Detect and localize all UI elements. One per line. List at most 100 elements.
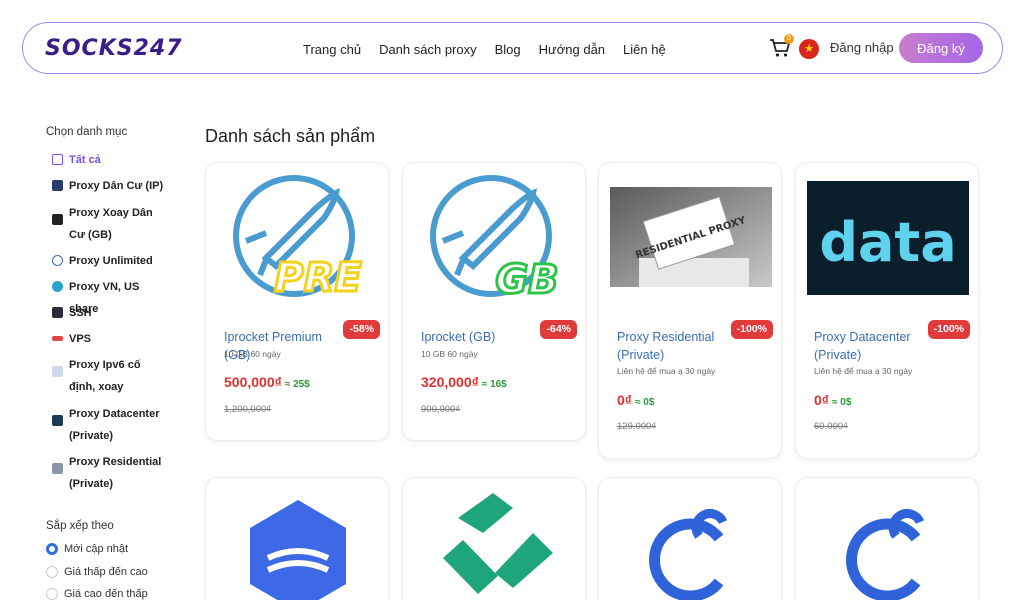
globe-icon [52,281,63,292]
c-logo-icon [627,490,755,600]
c-logo-icon [824,490,952,600]
main-nav: Trang chủ Danh sách proxy Blog Hướng dẫn… [303,23,666,75]
nav-blog[interactable]: Blog [495,42,521,57]
nav-home[interactable]: Trang chủ [303,42,361,57]
category-label: Proxy Dân Cư (IP) [69,180,164,192]
register-button[interactable]: Đăng ký [899,33,983,63]
category-icon [52,180,63,191]
category-ipv6[interactable]: Proxy Ipv6 cố định, xoay [52,354,169,398]
image-label: data [819,211,956,274]
sort-price-asc[interactable]: Giá thấp đến cao [46,566,148,578]
category-vps[interactable]: VPS [52,328,169,350]
sort-label: Giá thấp đến cao [64,566,148,578]
product-card[interactable] [402,477,586,600]
brackets-logo-icon [443,493,553,594]
category-title: Chọn danh mục [46,126,128,138]
logo-text: SOCKS247 [45,36,183,61]
radio-icon[interactable] [46,588,58,600]
category-label: Proxy Ipv6 cố định, xoay [69,359,141,393]
nav-contact[interactable]: Liên hệ [623,42,666,57]
product-image: RESIDENTIAL PROXY [599,163,781,311]
old-price: 60,000₫ [814,421,848,432]
category-label: Proxy Residential (Private) [69,456,162,490]
hexagon-logo-icon [234,490,362,600]
category-residential-ip[interactable]: Proxy Dân Cư (IP) [52,175,169,197]
price-usd: ≈ 0$ [634,397,655,408]
grid-icon [52,154,63,165]
product-card[interactable] [205,477,389,600]
price-usd: ≈ 16$ [481,379,507,390]
product-name[interactable]: Proxy Residential (Private) [617,328,737,364]
category-ssh[interactable]: SSH [52,302,169,324]
product-name[interactable]: Proxy Datacenter (Private) [814,328,934,364]
category-residential-private[interactable]: Proxy Residential (Private) [52,451,169,495]
price-vnd: 0₫ [814,392,829,408]
price-vnd: 0₫ [617,392,632,408]
site-header: SOCKS247 Trang chủ Danh sách proxy Blog … [22,22,1003,74]
product-image: data [796,163,978,311]
price-vnd: 320,000₫ [421,374,479,390]
datacenter-icon [52,415,63,426]
infinity-icon [52,255,63,266]
sort-price-desc[interactable]: Giá cao đến thấp [46,588,148,600]
category-rotating-gb[interactable]: Proxy Xoay Dân Cư (GB) [52,202,169,246]
image-label: GB [495,257,558,303]
vps-icon [52,336,63,341]
sort-title: Sắp xếp theo [46,520,114,532]
residential-proxy-image: RESIDENTIAL PROXY [610,187,772,287]
rocket-icon: PRE [233,175,363,303]
price-usd: ≈ 0$ [831,397,852,408]
radio-checked-icon[interactable] [46,543,58,555]
product-card[interactable]: PRE -58% Iprocket Premium (GB) 10 GB 60 … [205,162,389,441]
product-card[interactable] [795,477,979,600]
old-price: 1,200,000₫ [224,404,272,415]
radio-icon[interactable] [46,566,58,578]
old-price: 900,000₫ [421,404,461,415]
category-label: VPS [69,333,92,345]
old-price: 129,000₫ [617,421,657,432]
product-card[interactable] [598,477,782,600]
nav-guide[interactable]: Hướng dẫn [539,42,605,57]
sort-newest[interactable]: Mới cập nhật [46,543,128,555]
product-image: PRE [206,163,388,311]
sort-label: Mới cập nhật [64,543,129,555]
category-label: Tất cả [69,154,101,166]
category-all[interactable]: Tất cả [52,149,169,171]
product-price: 500,000₫ ≈ 25$ [224,374,310,390]
product-price: 320,000₫ ≈ 16$ [421,374,507,390]
price-usd: ≈ 25$ [284,379,310,390]
cart-count-badge: 0 [784,34,794,44]
ssh-icon [52,307,63,318]
product-card[interactable]: RESIDENTIAL PROXY -100% Proxy Residentia… [598,162,782,459]
page-title: Danh sách sản phẩm [205,126,376,146]
login-link[interactable]: Đăng nhập [830,23,894,75]
product-desc: Liên hệ để mua ạ 30 ngày [814,366,913,376]
product-desc: Liên hệ để mua ạ 30 ngày [617,366,716,376]
discount-badge: -58% [343,320,380,339]
product-card[interactable]: data -100% Proxy Datacenter (Private) Li… [795,162,979,459]
price-vnd: 500,000₫ [224,374,282,390]
category-label: Proxy Xoay Dân Cư (GB) [69,207,153,241]
sort-label: Giá cao đến thấp [64,588,148,600]
vietnam-flag-icon[interactable]: ★ [799,39,819,59]
ipv6-icon [52,366,63,377]
product-image: GB [403,163,585,311]
site-logo[interactable]: SOCKS247 [45,36,195,62]
category-unlimited[interactable]: Proxy Unlimited [52,250,169,272]
category-datacenter[interactable]: Proxy Datacenter (Private) [52,403,169,447]
image-label: PRE [274,255,361,301]
product-price: 0₫ ≈ 0$ [617,392,654,408]
datacenter-image: data [807,181,969,295]
category-label: Proxy Datacenter (Private) [69,408,160,442]
rocket-icon: GB [430,175,560,305]
product-price: 0₫ ≈ 0$ [814,392,851,408]
nav-proxy-list[interactable]: Danh sách proxy [379,42,477,57]
discount-badge: -64% [540,320,577,339]
gb-icon [52,214,63,225]
product-name[interactable]: Iprocket (GB) [421,328,541,346]
product-card[interactable]: GB -64% Iprocket (GB) 10 GB 60 ngày 320,… [402,162,586,441]
category-label: SSH [69,307,92,319]
product-desc: 10 GB 60 ngày [224,349,281,359]
residential-icon [52,463,63,474]
category-label: Proxy Unlimited [69,255,153,267]
